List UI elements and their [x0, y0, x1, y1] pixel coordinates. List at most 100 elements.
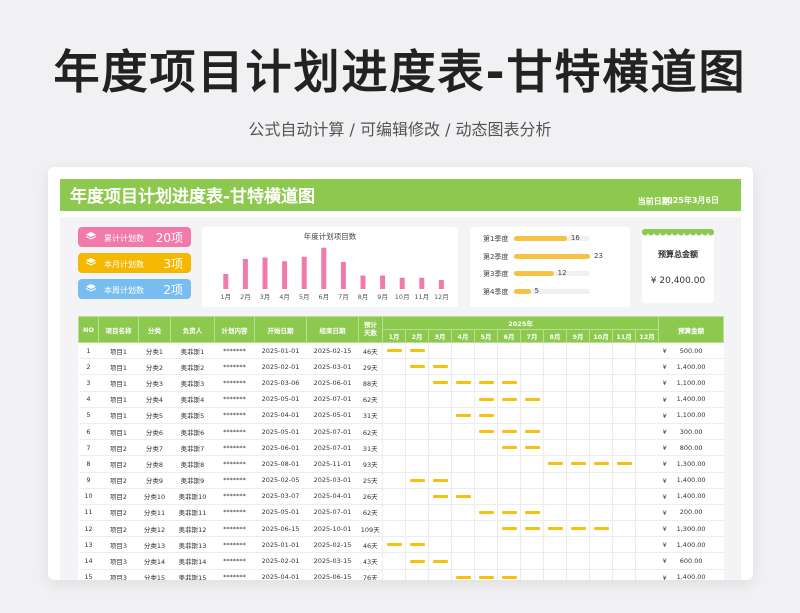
cell-days[interactable]: 46天 [358, 536, 383, 554]
cell-end[interactable]: 2025-02-15 [306, 342, 359, 360]
cell-content[interactable]: ******* [214, 504, 255, 522]
table-row[interactable]: 11 项目2 分类11 奥菲斯11 ******* 2025-05-01 2025-07-0… [78, 504, 724, 522]
cell-content[interactable]: ******* [214, 569, 255, 580]
table-row[interactable]: 15 项目3 分类15 奥菲斯15 ******* 2025-04-01 2025-06-1… [78, 569, 724, 580]
cell-days[interactable]: 29天 [358, 358, 383, 376]
cell-start[interactable]: 2025-02-01 [254, 358, 307, 376]
cell-name[interactable]: 项目2 [98, 520, 139, 538]
table-row[interactable]: 8 项目2 分类8 奥菲斯8 ******* 2025-08-01 2025-11-01 93… [78, 455, 724, 473]
table-row[interactable]: 13 项目3 分类13 奥菲斯13 ******* 2025-01-01 2025-02-1… [78, 536, 724, 554]
cell-end[interactable]: 2025-03-01 [306, 472, 359, 489]
cell-start[interactable]: 2025-02-01 [254, 552, 307, 570]
cell-amount[interactable]: ¥1,400.00 [658, 569, 724, 580]
cell-name[interactable]: 项目3 [98, 569, 139, 580]
cell-start[interactable]: 2025-05-01 [254, 391, 307, 408]
cell-start[interactable]: 2025-06-01 [254, 439, 307, 457]
cell-days[interactable]: 93天 [358, 455, 383, 473]
table-row[interactable]: 14 项目3 分类14 奥菲斯14 ******* 2025-02-01 2025-03-1… [78, 552, 724, 570]
cell-end[interactable]: 2025-04-01 [306, 488, 359, 505]
cell-owner[interactable]: 奥菲斯15 [170, 569, 215, 580]
cell-end[interactable]: 2025-07-01 [306, 391, 359, 408]
table-row[interactable]: 1 项目1 分类1 奥菲斯1 ******* 2025-01-01 2025-02-15 46… [78, 342, 724, 360]
cell-days[interactable]: 62天 [358, 423, 383, 441]
cell-amount[interactable]: ¥1,100.00 [658, 407, 724, 424]
cell-owner[interactable]: 奥菲斯3 [170, 374, 215, 392]
cell-name[interactable]: 项目2 [98, 472, 139, 489]
cell-owner[interactable]: 奥菲斯4 [170, 391, 215, 408]
table-row[interactable]: 3 项目1 分类3 奥菲斯3 ******* 2025-03-06 2025-06-01 88… [78, 374, 724, 392]
cell-owner[interactable]: 奥菲斯6 [170, 423, 215, 441]
cell-name[interactable]: 项目1 [98, 407, 139, 424]
cell-content[interactable]: ******* [214, 374, 255, 392]
table-row[interactable]: 9 项目2 分类9 奥菲斯9 ******* 2025-02-05 2025-03-01 25… [78, 472, 724, 489]
cell-days[interactable]: 43天 [358, 552, 383, 570]
cell-days[interactable]: 31天 [358, 439, 383, 457]
cell-amount[interactable]: ¥200.00 [658, 504, 724, 522]
table-row[interactable]: 10 项目2 分类10 奥菲斯10 ******* 2025-03-07 2025-04-0… [78, 488, 724, 505]
cell-name[interactable]: 项目1 [98, 423, 139, 441]
cell-no[interactable]: 13 [78, 536, 99, 554]
cell-end[interactable]: 2025-07-01 [306, 423, 359, 441]
cell-name[interactable]: 项目3 [98, 536, 139, 554]
cell-content[interactable]: ******* [214, 423, 255, 441]
cell-content[interactable]: ******* [214, 520, 255, 538]
cell-end[interactable]: 2025-02-15 [306, 536, 359, 554]
table-row[interactable]: 5 项目1 分类5 奥菲斯5 ******* 2025-04-01 2025-05-01 31… [78, 407, 724, 424]
cell-end[interactable]: 2025-07-01 [306, 504, 359, 522]
cell-no[interactable]: 6 [78, 423, 99, 441]
cell-no[interactable]: 5 [78, 407, 99, 424]
cell-name[interactable]: 项目3 [98, 552, 139, 570]
cell-end[interactable]: 2025-10-01 [306, 520, 359, 538]
cell-end[interactable]: 2025-07-01 [306, 439, 359, 457]
cell-owner[interactable]: 奥菲斯2 [170, 358, 215, 376]
cell-start[interactable]: 2025-03-06 [254, 374, 307, 392]
cell-start[interactable]: 2025-04-01 [254, 569, 307, 580]
cell-start[interactable]: 2025-05-01 [254, 423, 307, 441]
cell-no[interactable]: 7 [78, 439, 99, 457]
cell-owner[interactable]: 奥菲斯13 [170, 536, 215, 554]
cell-cat[interactable]: 分类14 [138, 552, 171, 570]
cell-no[interactable]: 3 [78, 374, 99, 392]
cell-cat[interactable]: 分类9 [138, 472, 171, 489]
cell-no[interactable]: 8 [78, 455, 99, 473]
cell-days[interactable]: 62天 [358, 504, 383, 522]
cell-days[interactable]: 76天 [358, 569, 383, 580]
cell-cat[interactable]: 分类15 [138, 569, 171, 580]
cell-end[interactable]: 2025-03-15 [306, 552, 359, 570]
cell-no[interactable]: 1 [78, 342, 99, 360]
table-row[interactable]: 2 项目1 分类2 奥菲斯2 ******* 2025-02-01 2025-03-01 29… [78, 358, 724, 376]
cell-name[interactable]: 项目2 [98, 488, 139, 505]
cell-start[interactable]: 2025-05-01 [254, 504, 307, 522]
cell-end[interactable]: 2025-06-15 [306, 569, 359, 580]
cell-content[interactable]: ******* [214, 358, 255, 376]
cell-amount[interactable]: ¥1,400.00 [658, 391, 724, 408]
table-row[interactable]: 4 项目1 分类4 奥菲斯4 ******* 2025-05-01 2025-07-01 62… [78, 391, 724, 408]
cell-days[interactable]: 46天 [358, 342, 383, 360]
current-date-value[interactable]: 2025年3月6日 [662, 195, 719, 206]
cell-owner[interactable]: 奥菲斯10 [170, 488, 215, 505]
cell-no[interactable]: 12 [78, 520, 99, 538]
cell-content[interactable]: ******* [214, 439, 255, 457]
cell-cat[interactable]: 分类5 [138, 407, 171, 424]
cell-cat[interactable]: 分类11 [138, 504, 171, 522]
cell-amount[interactable]: ¥1,300.00 [658, 455, 724, 473]
cell-owner[interactable]: 奥菲斯11 [170, 504, 215, 522]
cell-cat[interactable]: 分类1 [138, 342, 171, 360]
cell-end[interactable]: 2025-06-01 [306, 374, 359, 392]
cell-end[interactable]: 2025-03-01 [306, 358, 359, 376]
cell-name[interactable]: 项目1 [98, 374, 139, 392]
cell-amount[interactable]: ¥1,400.00 [658, 536, 724, 554]
cell-no[interactable]: 4 [78, 391, 99, 408]
cell-cat[interactable]: 分类4 [138, 391, 171, 408]
cell-days[interactable]: 31天 [358, 407, 383, 424]
cell-owner[interactable]: 奥菲斯9 [170, 472, 215, 489]
cell-amount[interactable]: ¥1,300.00 [658, 520, 724, 538]
cell-no[interactable]: 11 [78, 504, 99, 522]
cell-cat[interactable]: 分类13 [138, 536, 171, 554]
cell-no[interactable]: 10 [78, 488, 99, 505]
table-row[interactable]: 6 项目1 分类6 奥菲斯6 ******* 2025-05-01 2025-07-01 62… [78, 423, 724, 441]
cell-days[interactable]: 62天 [358, 391, 383, 408]
cell-content[interactable]: ******* [214, 391, 255, 408]
cell-days[interactable]: 109天 [358, 520, 383, 538]
cell-name[interactable]: 项目2 [98, 455, 139, 473]
